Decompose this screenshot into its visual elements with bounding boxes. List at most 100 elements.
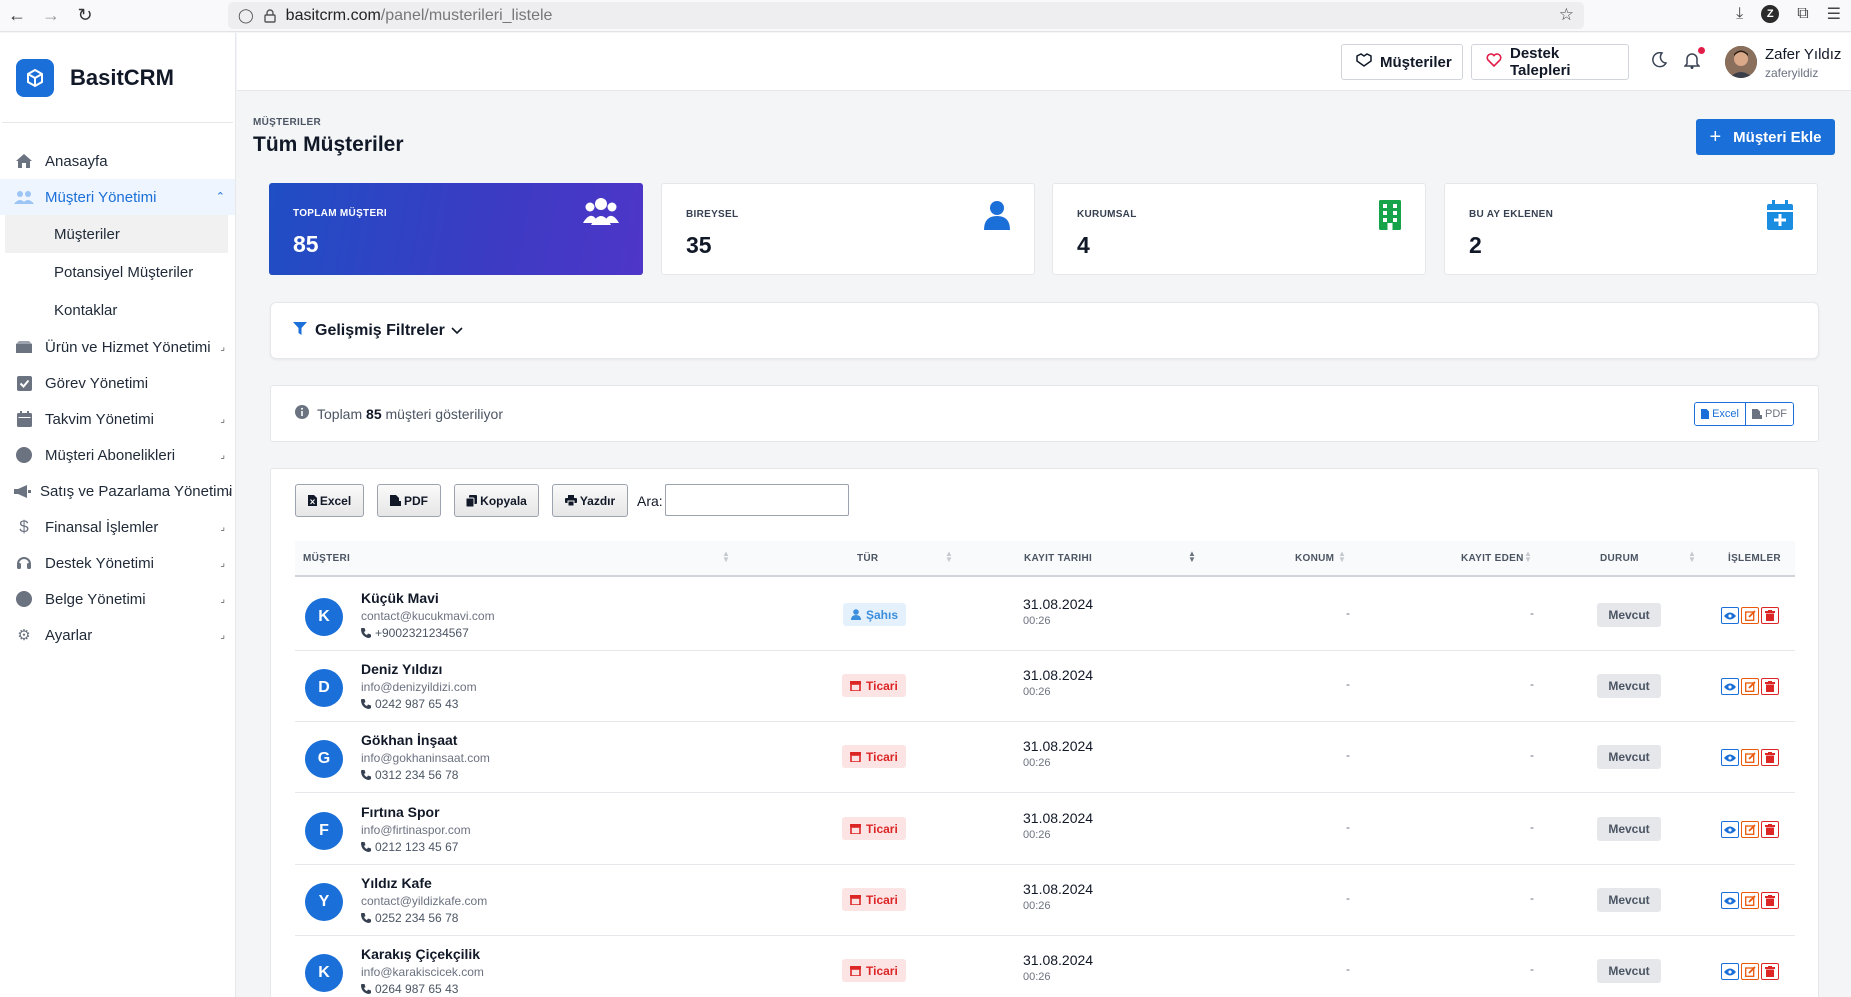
moon-icon[interactable] bbox=[1651, 51, 1668, 73]
sidebar-item-belge[interactable]: Belge Yönetimi ⌟ bbox=[0, 581, 235, 617]
edit-button[interactable] bbox=[1741, 963, 1759, 980]
phone-icon bbox=[361, 913, 371, 923]
address-bar[interactable]: ◯ basitcrm.com/panel/musterileri_listele… bbox=[228, 2, 1584, 29]
handshake-icon bbox=[1356, 53, 1372, 71]
sidebar-item-abonelikler[interactable]: Müşteri Abonelikleri ⌟ bbox=[0, 437, 235, 473]
delete-button[interactable] bbox=[1761, 821, 1779, 838]
forward-icon[interactable]: → bbox=[34, 2, 68, 30]
customer-avatar: K bbox=[305, 598, 343, 636]
store-icon bbox=[850, 894, 861, 905]
brand[interactable]: BasitCRM bbox=[2, 33, 233, 123]
view-button[interactable] bbox=[1721, 607, 1739, 624]
sidebar-item-anasayfa[interactable]: Anasayfa bbox=[0, 143, 235, 179]
quick-export-pdf-button[interactable]: PDF bbox=[1746, 403, 1793, 425]
back-icon[interactable]: ← bbox=[0, 2, 34, 30]
view-button[interactable] bbox=[1721, 749, 1739, 766]
stat-label: BIREYSEL bbox=[686, 209, 739, 220]
view-button[interactable] bbox=[1721, 963, 1739, 980]
advanced-filters-title: Gelişmiş Filtreler bbox=[315, 321, 445, 339]
customer-name[interactable]: Deniz Yıldızı bbox=[361, 661, 442, 677]
download-icon[interactable]: ⤓ bbox=[1736, 5, 1743, 23]
edit-button[interactable] bbox=[1741, 892, 1759, 909]
phone-icon bbox=[361, 699, 371, 709]
table-search-input[interactable] bbox=[665, 484, 849, 516]
sidebar-subitem-kontaklar[interactable]: Kontaklar bbox=[5, 291, 228, 329]
sidebar-item-gorev[interactable]: Görev Yönetimi bbox=[0, 365, 235, 401]
sidebar-item-ayarlar[interactable]: ⚙ Ayarlar ⌟ bbox=[0, 617, 235, 653]
customer-email: contact@yildizkafe.com bbox=[361, 894, 488, 908]
customer-location: - bbox=[1346, 962, 1350, 976]
column-header-recorded-by[interactable]: KAYIT EDEN bbox=[1461, 553, 1524, 564]
table-row: G Gökhan İnşaat info@gokhaninsaat.com 0312 … bbox=[295, 722, 1795, 793]
column-header-location[interactable]: KONUM bbox=[1295, 553, 1334, 564]
user-avatar[interactable] bbox=[1725, 46, 1757, 78]
customer-email: info@karakiscicek.com bbox=[361, 965, 484, 979]
menu-icon[interactable]: ☰ bbox=[1827, 4, 1841, 24]
delete-button[interactable] bbox=[1761, 678, 1779, 695]
edit-button[interactable] bbox=[1741, 821, 1759, 838]
eye-icon bbox=[1724, 683, 1736, 690]
stat-card-individual: BIREYSEL 35 bbox=[661, 183, 1035, 275]
view-button[interactable] bbox=[1721, 678, 1739, 695]
view-button[interactable] bbox=[1721, 892, 1739, 909]
sidebar-item-destek[interactable]: Destek Yönetimi ⌟ bbox=[0, 545, 235, 581]
quick-export-excel-button[interactable]: Excel bbox=[1695, 403, 1746, 425]
reload-icon[interactable]: ↻ bbox=[68, 2, 102, 30]
sidebar-item-finansal[interactable]: $ Finansal İşlemler ⌟ bbox=[0, 509, 235, 545]
pencil-icon bbox=[1744, 610, 1756, 621]
print-button[interactable]: Yazdır bbox=[552, 484, 628, 517]
chevron-icon: ⌟ bbox=[220, 630, 225, 641]
delete-button[interactable] bbox=[1761, 749, 1779, 766]
sidebar-subitem-musteriler[interactable]: Müşteriler bbox=[5, 215, 228, 253]
edit-button[interactable] bbox=[1741, 678, 1759, 695]
sidebar-item-urun-hizmet[interactable]: Ürün ve Hizmet Yönetimi ⌟ bbox=[0, 329, 235, 365]
extensions-icon[interactable]: ⧉ bbox=[1797, 5, 1808, 23]
export-pdf-button[interactable]: PDF bbox=[377, 484, 441, 517]
trash-icon bbox=[1765, 966, 1775, 977]
column-header-date[interactable]: KAYIT TARIHI bbox=[1024, 553, 1092, 564]
stat-value: 2 bbox=[1469, 232, 1482, 258]
support-tickets-button[interactable]: Destek Talepleri bbox=[1471, 44, 1629, 80]
customer-name[interactable]: Küçük Mavi bbox=[361, 590, 439, 606]
delete-button[interactable] bbox=[1761, 963, 1779, 980]
advanced-filters-toggle[interactable]: Gelişmiş Filtreler bbox=[270, 302, 1819, 359]
sidebar-item-takvim[interactable]: Takvim Yönetimi ⌟ bbox=[0, 401, 235, 437]
table-row: D Deniz Yıldızı info@denizyildizi.com 0242 … bbox=[295, 651, 1795, 722]
sidebar-subitem-label: Kontaklar bbox=[54, 301, 118, 319]
customer-name[interactable]: Karakış Çiçekçilik bbox=[361, 946, 480, 962]
column-header-type[interactable]: TÜR bbox=[857, 553, 878, 564]
user-handle: zaferyildiz bbox=[1765, 66, 1819, 80]
bookmark-star-icon[interactable]: ☆ bbox=[1559, 5, 1574, 25]
customer-phone: 0242 987 65 43 bbox=[361, 697, 458, 711]
column-header-customer[interactable]: MÜŞTERI bbox=[303, 553, 350, 564]
customer-name[interactable]: Yıldız Kafe bbox=[361, 875, 432, 891]
view-button[interactable] bbox=[1721, 821, 1739, 838]
copy-button[interactable]: Kopyala bbox=[454, 484, 539, 517]
customer-name[interactable]: Gökhan İnşaat bbox=[361, 732, 457, 748]
sidebar-subitem-potansiyel[interactable]: Potansiyel Müşteriler bbox=[5, 253, 228, 291]
file-excel-icon bbox=[1701, 409, 1710, 419]
delete-button[interactable] bbox=[1761, 607, 1779, 624]
column-header-status[interactable]: DURUM bbox=[1600, 553, 1639, 564]
sidebar-item-satis-pazarlama[interactable]: Satış ve Pazarlama Yönetimi ⌟ bbox=[0, 473, 235, 509]
sidebar-item-label: Takvim Yönetimi bbox=[45, 410, 154, 428]
users-icon bbox=[14, 187, 34, 207]
export-excel-button[interactable]: Excel bbox=[295, 484, 364, 517]
customers-shortcut-button[interactable]: Müşteriler bbox=[1341, 44, 1463, 80]
row-actions bbox=[1721, 607, 1779, 624]
customer-name[interactable]: Fırtına Spor bbox=[361, 804, 440, 820]
customer-phone: +9002321234567 bbox=[361, 626, 469, 640]
print-icon bbox=[564, 495, 577, 506]
sort-icon: ▲ ▼ bbox=[722, 549, 731, 564]
table-row: K Karakış Çiçekçilik info@karakiscicek.com… bbox=[295, 936, 1795, 997]
extension-z-icon[interactable]: Z bbox=[1761, 5, 1780, 23]
bell-icon[interactable] bbox=[1683, 52, 1701, 74]
stat-card-this-month: BU AY EKLENEN 2 bbox=[1444, 183, 1818, 275]
delete-button[interactable] bbox=[1761, 892, 1779, 909]
sidebar-item-musteri-yonetimi[interactable]: Müşteri Yönetimi ⌃ bbox=[0, 179, 235, 215]
edit-button[interactable] bbox=[1741, 607, 1759, 624]
file-pdf-icon bbox=[1752, 409, 1762, 419]
user-name[interactable]: Zafer Yıldız bbox=[1765, 46, 1841, 63]
edit-button[interactable] bbox=[1741, 749, 1759, 766]
add-customer-button[interactable]: + Müşteri Ekle bbox=[1696, 119, 1835, 155]
